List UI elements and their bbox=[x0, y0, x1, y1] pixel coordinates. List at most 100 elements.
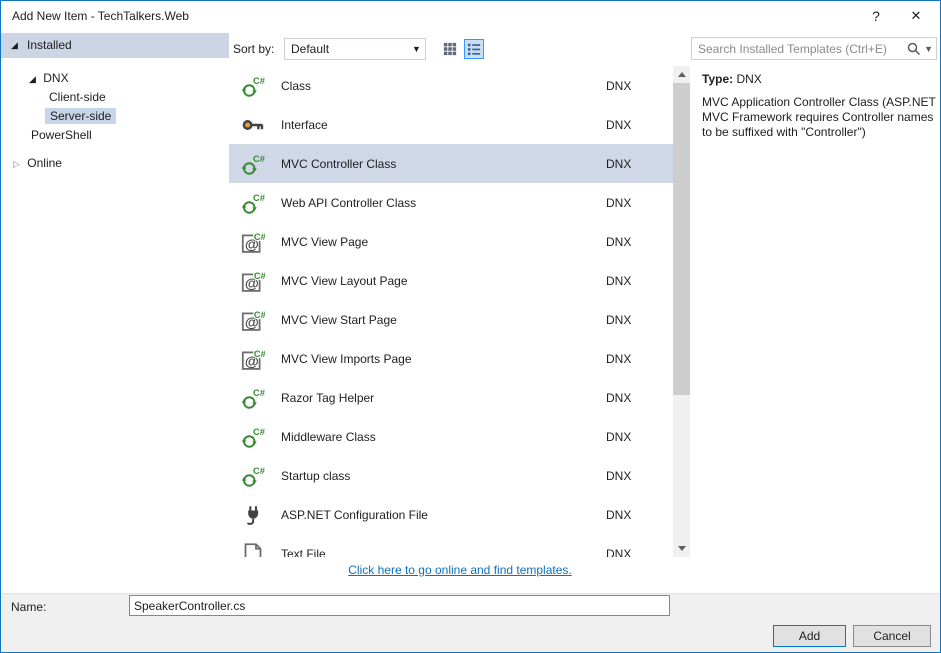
template-platform: DNX bbox=[606, 468, 632, 483]
small-icons-view-button[interactable] bbox=[440, 39, 460, 59]
template-name: ASP.NET Configuration File bbox=[281, 507, 428, 522]
type-label: Type: bbox=[702, 72, 734, 86]
mvc-view-icon bbox=[241, 269, 265, 293]
sidebar-item-dnx[interactable]: ◢ DNX bbox=[29, 69, 69, 87]
title-bar: Add New Item - TechTalkers.Web ? ✕ bbox=[1, 1, 940, 31]
name-input[interactable] bbox=[129, 595, 670, 616]
triangle-up-icon bbox=[677, 72, 686, 77]
csharp-class-icon bbox=[241, 74, 265, 98]
sidebar-item-label: Server-side bbox=[45, 108, 117, 124]
expander-icon[interactable]: ▷ bbox=[13, 159, 20, 169]
chevron-down-icon: ▼ bbox=[412, 44, 421, 54]
template-row-mvc-controller-class[interactable]: MVC Controller Class DNX bbox=[229, 144, 673, 183]
template-name: MVC View Start Page bbox=[281, 312, 397, 327]
template-type: Type: DNX bbox=[702, 72, 762, 86]
template-row-startup-class[interactable]: Startup class DNX bbox=[229, 456, 673, 495]
template-row-mvc-view-imports-page[interactable]: MVC View Imports Page DNX bbox=[229, 339, 673, 378]
template-platform: DNX bbox=[606, 546, 632, 558]
template-name: Class bbox=[281, 78, 312, 93]
sidebar-item-online[interactable]: ▷ Online bbox=[13, 154, 62, 172]
online-link-row: Click here to go online and find templat… bbox=[229, 563, 691, 577]
mvc-view-icon bbox=[241, 347, 265, 371]
template-name: MVC View Page bbox=[281, 234, 369, 249]
sidebar-item-label: Online bbox=[27, 156, 62, 170]
csharp-class-icon bbox=[241, 191, 265, 215]
sidebar-item-label: Client-side bbox=[49, 90, 106, 104]
template-platform: DNX bbox=[606, 351, 632, 366]
csharp-class-icon bbox=[241, 152, 265, 176]
search-icon[interactable] bbox=[907, 42, 921, 56]
template-list: Class DNX Interface DNX MVC Controller C… bbox=[229, 66, 673, 557]
list-scrollbar[interactable] bbox=[673, 66, 690, 557]
template-platform: DNX bbox=[606, 273, 632, 288]
template-name: Text File bbox=[281, 546, 326, 558]
go-online-link[interactable]: Click here to go online and find templat… bbox=[348, 563, 571, 577]
template-platform: DNX bbox=[606, 234, 632, 249]
template-row-aspnet-configuration-file[interactable]: ASP.NET Configuration File DNX bbox=[229, 495, 673, 534]
template-platform: DNX bbox=[606, 507, 632, 522]
sort-by-label: Sort by: bbox=[233, 42, 275, 56]
template-row-class[interactable]: Class DNX bbox=[229, 66, 673, 105]
template-platform: DNX bbox=[606, 78, 632, 93]
name-label: Name: bbox=[11, 600, 47, 614]
template-row-razor-tag-helper[interactable]: Razor Tag Helper DNX bbox=[229, 378, 673, 417]
sidebar-item-label: DNX bbox=[43, 71, 69, 85]
expander-icon[interactable]: ◢ bbox=[29, 74, 36, 84]
template-name: Interface bbox=[281, 117, 328, 132]
sidebar-item-powershell[interactable]: PowerShell bbox=[31, 126, 92, 144]
csharp-class-icon bbox=[241, 425, 265, 449]
sidebar-item-client-side[interactable]: Client-side bbox=[49, 88, 106, 106]
template-row-middleware-class[interactable]: Middleware Class DNX bbox=[229, 417, 673, 456]
list-view-button[interactable] bbox=[464, 39, 484, 59]
search-input[interactable] bbox=[691, 37, 937, 60]
search-box: ▼ bbox=[691, 37, 937, 60]
add-new-item-dialog: Add New Item - TechTalkers.Web ? ✕ ◢ Ins… bbox=[0, 0, 941, 653]
template-platform: DNX bbox=[606, 195, 632, 210]
template-name: MVC View Layout Page bbox=[281, 273, 408, 288]
mvc-view-icon bbox=[241, 230, 265, 254]
sidebar-item-server-side[interactable]: Server-side bbox=[45, 107, 117, 125]
triangle-down-icon bbox=[677, 546, 686, 551]
template-name: Startup class bbox=[281, 468, 351, 483]
template-name: MVC Controller Class bbox=[281, 156, 397, 171]
cancel-button[interactable]: Cancel bbox=[853, 625, 931, 647]
scrollbar-thumb[interactable] bbox=[673, 83, 690, 395]
type-value: DNX bbox=[736, 72, 762, 86]
template-name: Razor Tag Helper bbox=[281, 390, 375, 405]
template-row-mvc-view-layout-page[interactable]: MVC View Layout Page DNX bbox=[229, 261, 673, 300]
list-view-icon bbox=[467, 43, 481, 56]
help-button[interactable]: ? bbox=[860, 5, 892, 27]
template-platform: DNX bbox=[606, 390, 632, 405]
scroll-up-button[interactable] bbox=[673, 66, 690, 83]
sort-by-dropdown[interactable]: Default ▼ bbox=[284, 38, 426, 60]
add-button[interactable]: Add bbox=[773, 625, 846, 647]
template-description: MVC Application Controller Class (ASP.NE… bbox=[702, 95, 936, 139]
csharp-class-icon bbox=[241, 386, 265, 410]
sidebar-item-installed[interactable]: ◢ Installed bbox=[1, 33, 229, 58]
close-button[interactable]: ✕ bbox=[900, 5, 932, 27]
chevron-down-icon[interactable]: ▼ bbox=[924, 44, 933, 54]
text-file-icon bbox=[241, 542, 265, 558]
grid-view-icon bbox=[443, 42, 457, 56]
scroll-down-button[interactable] bbox=[673, 540, 690, 557]
interface-key-icon bbox=[241, 113, 265, 137]
template-name: Middleware Class bbox=[281, 429, 376, 444]
template-name: MVC View Imports Page bbox=[281, 351, 412, 366]
template-row-interface[interactable]: Interface DNX bbox=[229, 105, 673, 144]
template-platform: DNX bbox=[606, 429, 632, 444]
template-row-text-file[interactable]: Text File DNX bbox=[229, 534, 673, 557]
csharp-class-icon bbox=[241, 464, 265, 488]
template-row-mvc-view-start-page[interactable]: MVC View Start Page DNX bbox=[229, 300, 673, 339]
sort-by-value: Default bbox=[291, 42, 330, 56]
expander-icon[interactable]: ◢ bbox=[11, 33, 18, 58]
sidebar-item-label: PowerShell bbox=[31, 128, 92, 142]
config-file-icon bbox=[241, 503, 265, 527]
template-platform: DNX bbox=[606, 156, 632, 171]
sidebar-item-label: Installed bbox=[27, 38, 72, 52]
template-platform: DNX bbox=[606, 312, 632, 327]
mvc-view-icon bbox=[241, 308, 265, 332]
template-row-web-api-controller-class[interactable]: Web API Controller Class DNX bbox=[229, 183, 673, 222]
template-row-mvc-view-page[interactable]: MVC View Page DNX bbox=[229, 222, 673, 261]
template-name: Web API Controller Class bbox=[281, 195, 417, 210]
dialog-title: Add New Item - TechTalkers.Web bbox=[12, 9, 189, 23]
